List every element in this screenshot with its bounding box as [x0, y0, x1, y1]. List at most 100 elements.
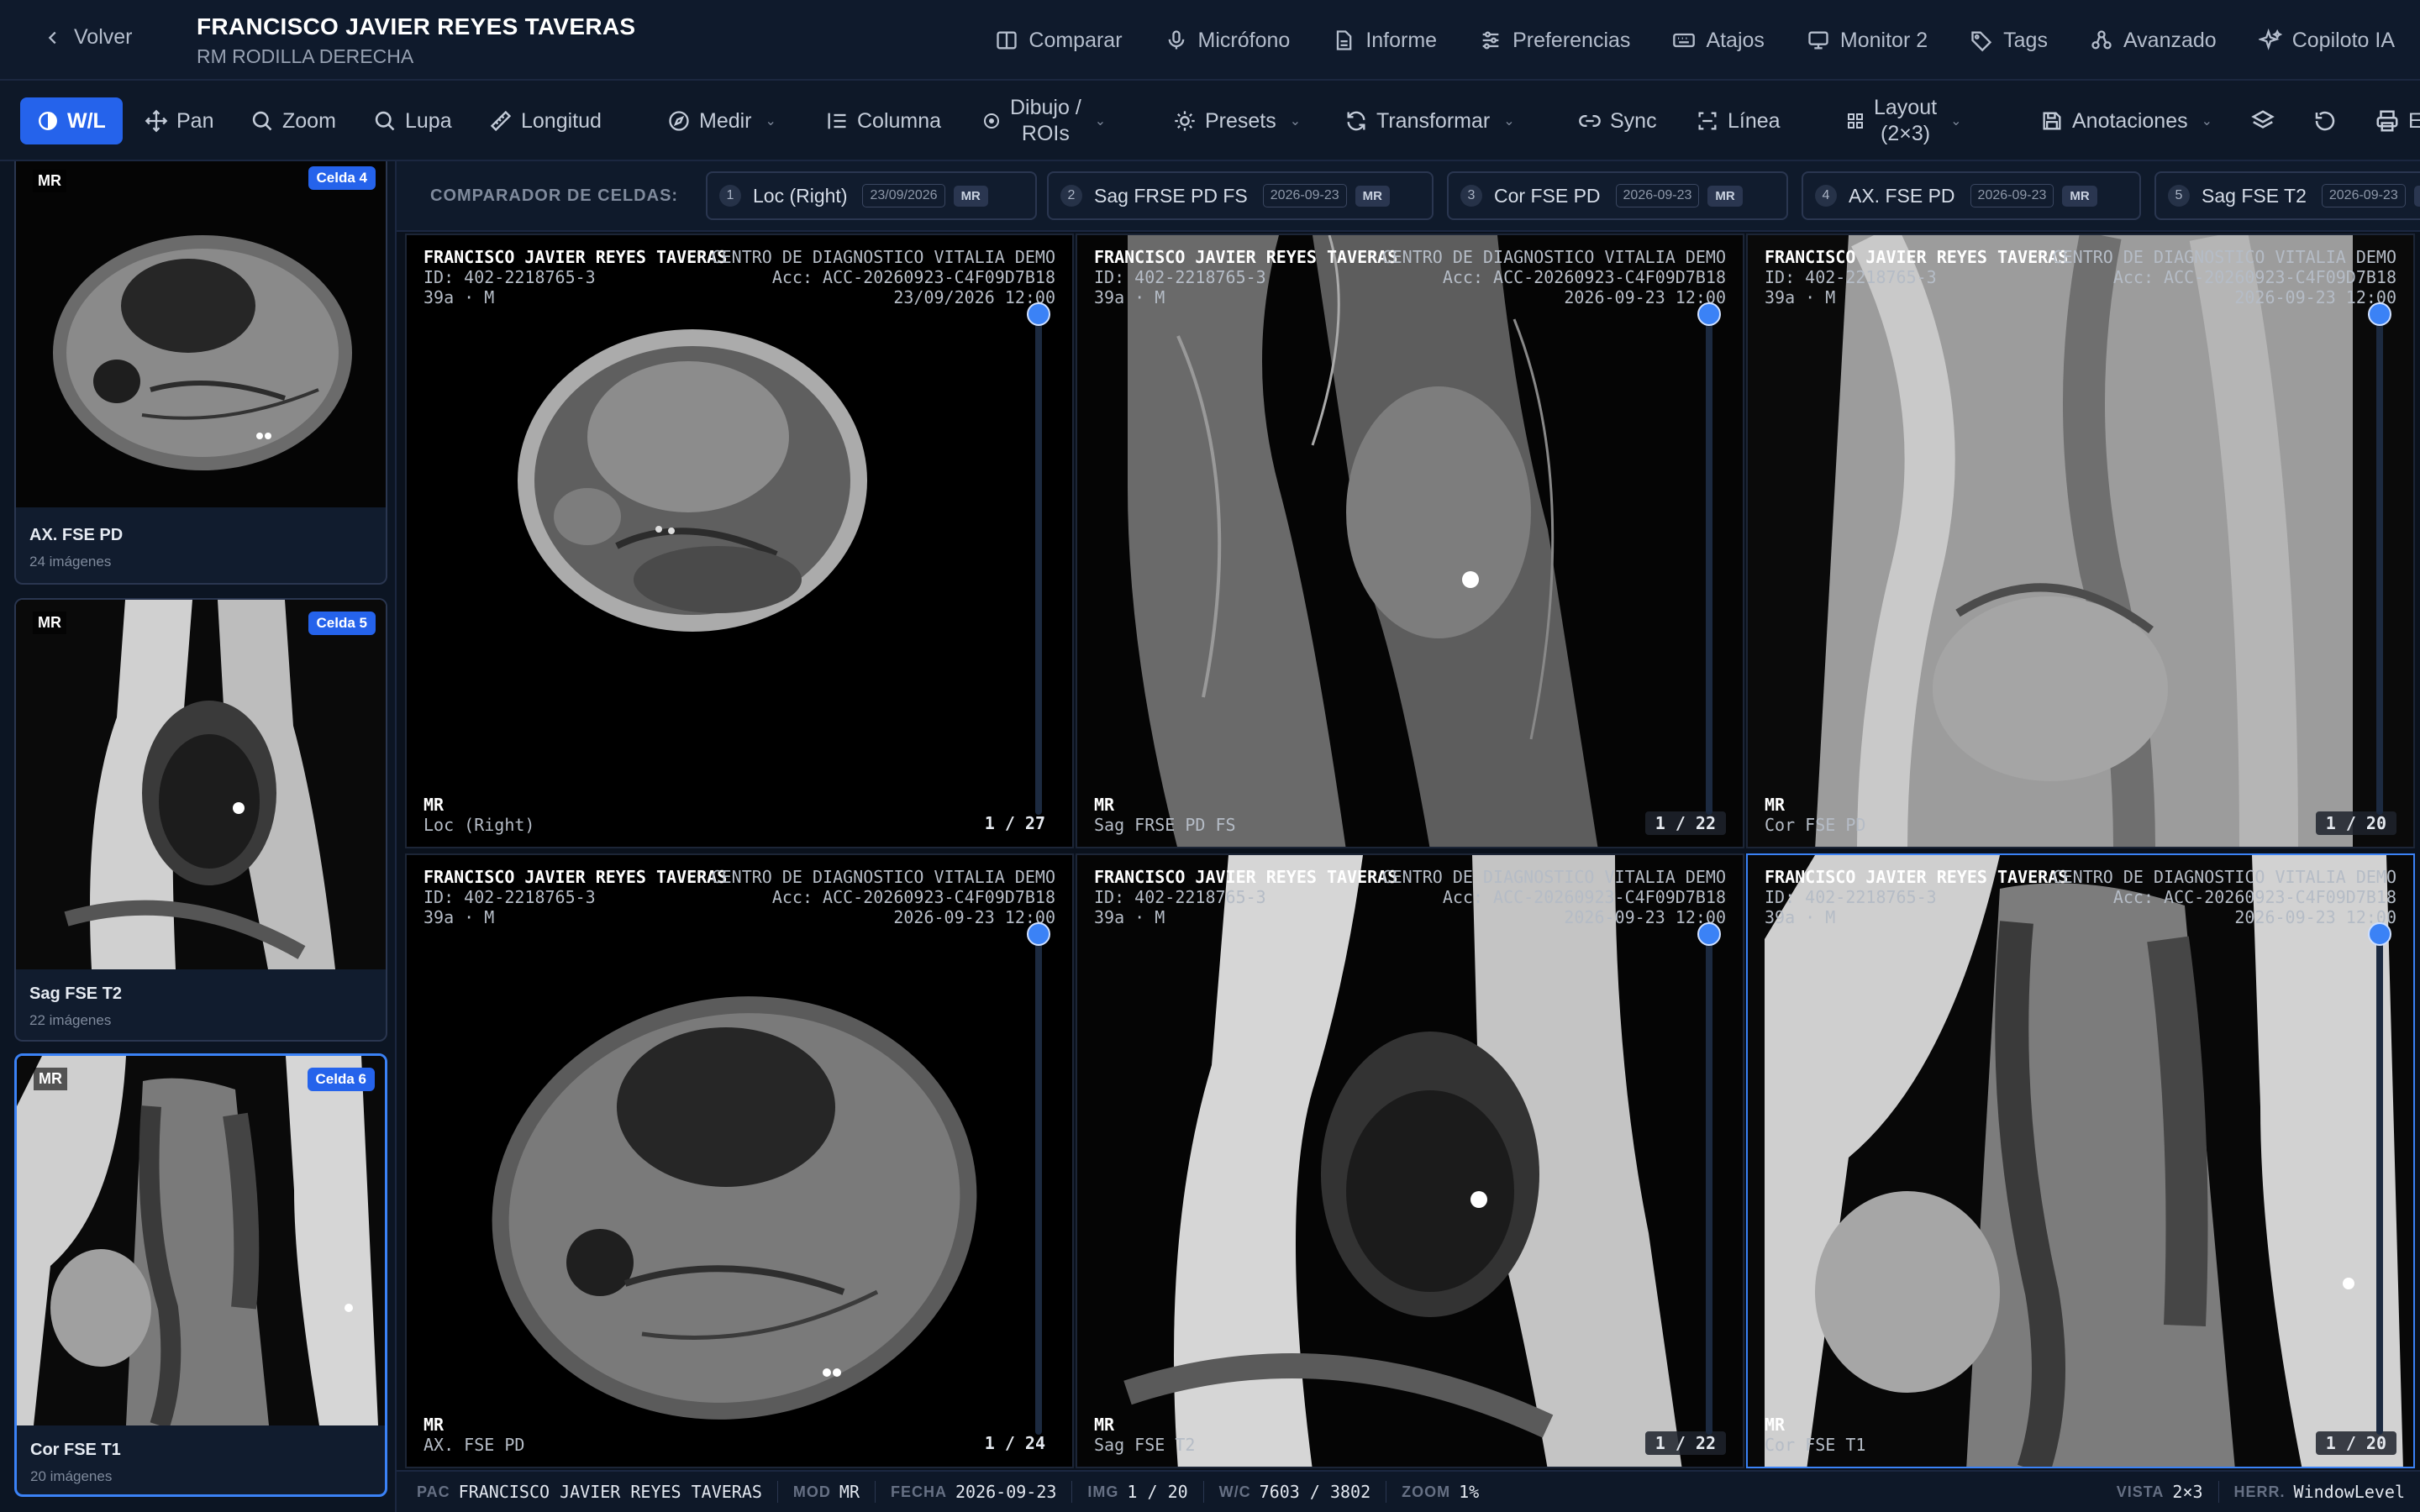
- tool-presets-dropdown[interactable]: Presets ⌄: [1173, 81, 1301, 160]
- tool-pan[interactable]: Pan: [145, 81, 214, 160]
- chip-series-name: Cor FSE PD: [1494, 184, 1601, 207]
- tool-longitud-label: Longitud: [521, 108, 602, 133]
- slice-slider[interactable]: [1706, 311, 1712, 815]
- slice-slider-handle[interactable]: [1027, 302, 1050, 326]
- ai-copilot-button[interactable]: Copiloto IA: [2258, 29, 2395, 53]
- tool-lupa-label: Lupa: [405, 108, 452, 133]
- comparator-chip[interactable]: 5 Sag FSE T2 2026-09-23 MR: [2154, 171, 2420, 220]
- viewport[interactable]: FRANCISCO JAVIER REYES TAVERAS ID: 402-22…: [1746, 234, 2415, 848]
- sliders-icon: [1482, 31, 1499, 50]
- tool-line[interactable]: Línea: [1696, 81, 1781, 160]
- tags-label: Tags: [2003, 28, 2048, 52]
- report-button[interactable]: Informe: [1332, 29, 1437, 53]
- series-sidebar: MR Celda 4 AX. FSE PD 24 imágenes MR Cel…: [0, 161, 397, 1512]
- preferences-button[interactable]: Preferencias: [1479, 29, 1630, 53]
- slice-slider-handle[interactable]: [2368, 302, 2391, 326]
- slice-slider-handle[interactable]: [1697, 302, 1721, 326]
- tool-zoom[interactable]: Zoom: [250, 81, 336, 160]
- microphone-button[interactable]: Micrófono: [1165, 29, 1290, 53]
- comparator-chip[interactable]: 3 Cor FSE PD 2026-09-23 MR: [1447, 171, 1788, 220]
- tool-transform-dropdown[interactable]: Transformar ⌄: [1344, 81, 1515, 160]
- overlay-institution: CENTRO DE DIAGNOSTICO VITALIA DEMO: [2052, 247, 2396, 267]
- slice-slider-handle[interactable]: [1027, 922, 1050, 946]
- compare-button[interactable]: Comparar: [995, 29, 1123, 53]
- tool-measure-dropdown[interactable]: Medir ⌄: [667, 81, 776, 160]
- tool-pan-label: Pan: [176, 108, 214, 133]
- series-card[interactable]: MR Celda 4 AX. FSE PD 24 imágenes: [14, 161, 387, 585]
- tool-magnifier[interactable]: Lupa: [373, 81, 452, 160]
- preferences-label: Preferencias: [1512, 28, 1631, 52]
- series-card-selected[interactable]: MR Celda 6 Cor FSE T1 20 imágenes: [14, 1053, 387, 1497]
- overlay-bottom-left: MR Cor FSE PD: [1765, 795, 1865, 835]
- status-wc-value: 7603 / 3802: [1259, 1482, 1371, 1502]
- back-button[interactable]: Volver: [44, 25, 132, 50]
- comparator-chip[interactable]: 2 Sag FRSE PD FS 2026-09-23 MR: [1047, 171, 1434, 220]
- cell-badge: Celda 5: [308, 612, 376, 635]
- slice-slider[interactable]: [1706, 931, 1712, 1435]
- ruler-icon: [490, 110, 512, 132]
- overlay-accession: Acc: ACC-20260923-C4F09D7B18: [771, 887, 1055, 907]
- slice-slider[interactable]: [1035, 311, 1042, 815]
- viewport[interactable]: FRANCISCO JAVIER REYES TAVERAS ID: 402-22…: [405, 853, 1074, 1468]
- link-icon: [1579, 115, 1601, 127]
- tool-draw-dropdown[interactable]: Dibujo / ROIs ⌄: [981, 81, 1107, 160]
- tool-length[interactable]: Longitud: [489, 81, 602, 160]
- overlay-accession: Acc: ACC-20260923-C4F09D7B18: [1442, 267, 1726, 287]
- tool-print[interactable]: E: [2375, 81, 2420, 160]
- overlay-top-left: FRANCISCO JAVIER REYES TAVERAS ID: 402-22…: [1094, 867, 1397, 927]
- series-count: 20 imágenes: [30, 1468, 113, 1484]
- tool-sync[interactable]: Sync: [1578, 81, 1657, 160]
- compass-icon: [669, 111, 689, 131]
- series-info: Sag FSE T2 22 imágenes: [29, 984, 122, 1029]
- overlay-patient: FRANCISCO JAVIER REYES TAVERAS: [1765, 867, 2069, 887]
- slice-slider[interactable]: [2376, 311, 2383, 815]
- tool-layout-dropdown[interactable]: Layout (2×3) ⌄: [1845, 81, 1962, 160]
- viewport[interactable]: FRANCISCO JAVIER REYES TAVERAS ID: 402-22…: [1076, 853, 1744, 1468]
- viewport[interactable]: FRANCISCO JAVIER REYES TAVERAS ID: 402-22…: [405, 234, 1074, 848]
- tool-print-label: E: [2408, 109, 2420, 134]
- overlay-top-left: FRANCISCO JAVIER REYES TAVERAS ID: 402-22…: [1765, 247, 2068, 307]
- chip-series-name: AX. FSE PD: [1849, 184, 1955, 207]
- status-herr-label: HERR.: [2233, 1483, 2286, 1500]
- overlay-series: Cor FSE PD: [1765, 815, 1866, 835]
- tool-reset[interactable]: [2312, 81, 2338, 160]
- chip-modality: MR: [1355, 185, 1390, 207]
- overlay-modality: MR: [1094, 795, 1115, 815]
- comparator-chip[interactable]: 4 AX. FSE PD 2026-09-23 MR: [1802, 171, 2141, 220]
- advanced-button[interactable]: Avanzado: [2090, 29, 2217, 53]
- chip-date: 2026-09-23: [2321, 184, 2406, 207]
- overlay-top-right: CENTRO DE DIAGNOSTICO VITALIA DEMO Acc: A…: [1382, 247, 1726, 307]
- viewport[interactable]: FRANCISCO JAVIER REYES TAVERAS ID: 402-22…: [1076, 234, 1744, 848]
- slice-slider-handle[interactable]: [2368, 922, 2391, 946]
- viewport-selected[interactable]: FRANCISCO JAVIER REYES TAVERAS ID: 402-22…: [1746, 853, 2415, 1468]
- overlay-date: 2026-09-23 12:00: [2234, 287, 2396, 307]
- slice-slider[interactable]: [1035, 931, 1042, 1435]
- cell-badge: Celda 4: [308, 166, 376, 190]
- chip-modality: MR: [1707, 185, 1743, 207]
- series-card[interactable]: MR Celda 5 Sag FSE T2 22 imágenes: [14, 598, 387, 1042]
- overlay-bottom-left: MR AX. FSE PD: [424, 1415, 524, 1455]
- save-icon: [2043, 112, 2061, 130]
- status-vista-value: 2×3: [2172, 1482, 2203, 1502]
- tool-window-level[interactable]: W/L: [20, 97, 123, 144]
- mri-image: [1077, 235, 1743, 847]
- tool-layers[interactable]: [2250, 81, 2275, 160]
- chevron-down-icon: ⌄: [1094, 114, 1107, 129]
- comparator-chip[interactable]: 1 Loc (Right) 23/09/2026 MR: [706, 171, 1037, 220]
- overlay-patient: FRANCISCO JAVIER REYES TAVERAS: [1094, 247, 1398, 267]
- overlay-institution: CENTRO DE DIAGNOSTICO VITALIA DEMO: [2052, 867, 2396, 887]
- shortcuts-button[interactable]: Atajos: [1672, 29, 1765, 53]
- slice-slider-handle[interactable]: [1697, 922, 1721, 946]
- image-counter: 1 / 20: [2315, 811, 2396, 835]
- layers-icon: [2251, 110, 2275, 129]
- tool-annotations-dropdown[interactable]: Anotaciones ⌄: [2040, 81, 2212, 160]
- tool-column[interactable]: Columna: [825, 81, 941, 160]
- chip-modality: MR: [953, 185, 988, 207]
- header-nav: Comparar Micrófono Informe Preferencias …: [953, 0, 2420, 81]
- chevron-down-icon: ⌄: [1950, 114, 1962, 129]
- monitor2-button[interactable]: Monitor 2: [1807, 29, 1928, 53]
- chevron-left-icon: [48, 31, 56, 44]
- chip-series-name: Loc (Right): [753, 184, 848, 207]
- slice-slider[interactable]: [2376, 931, 2383, 1435]
- tags-button[interactable]: Tags: [1970, 29, 2048, 53]
